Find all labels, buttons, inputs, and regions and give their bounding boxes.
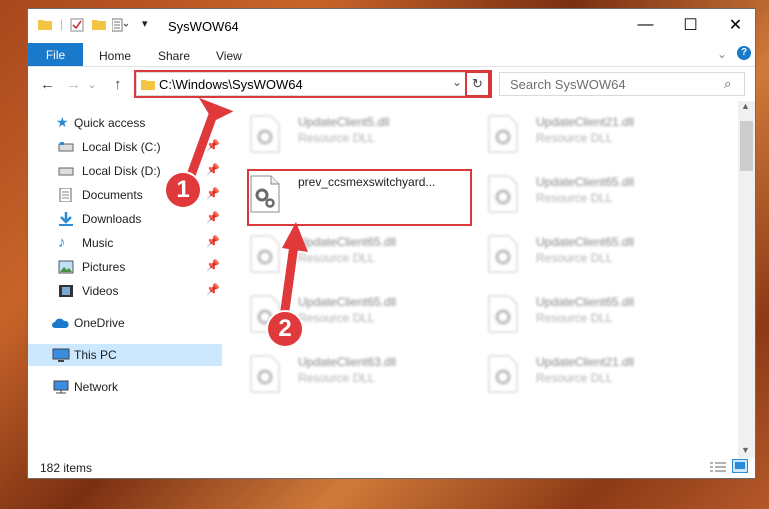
annotation-arrows bbox=[185, 97, 308, 315]
callout-1: 1 bbox=[164, 171, 202, 209]
callout-2: 2 bbox=[266, 310, 304, 348]
